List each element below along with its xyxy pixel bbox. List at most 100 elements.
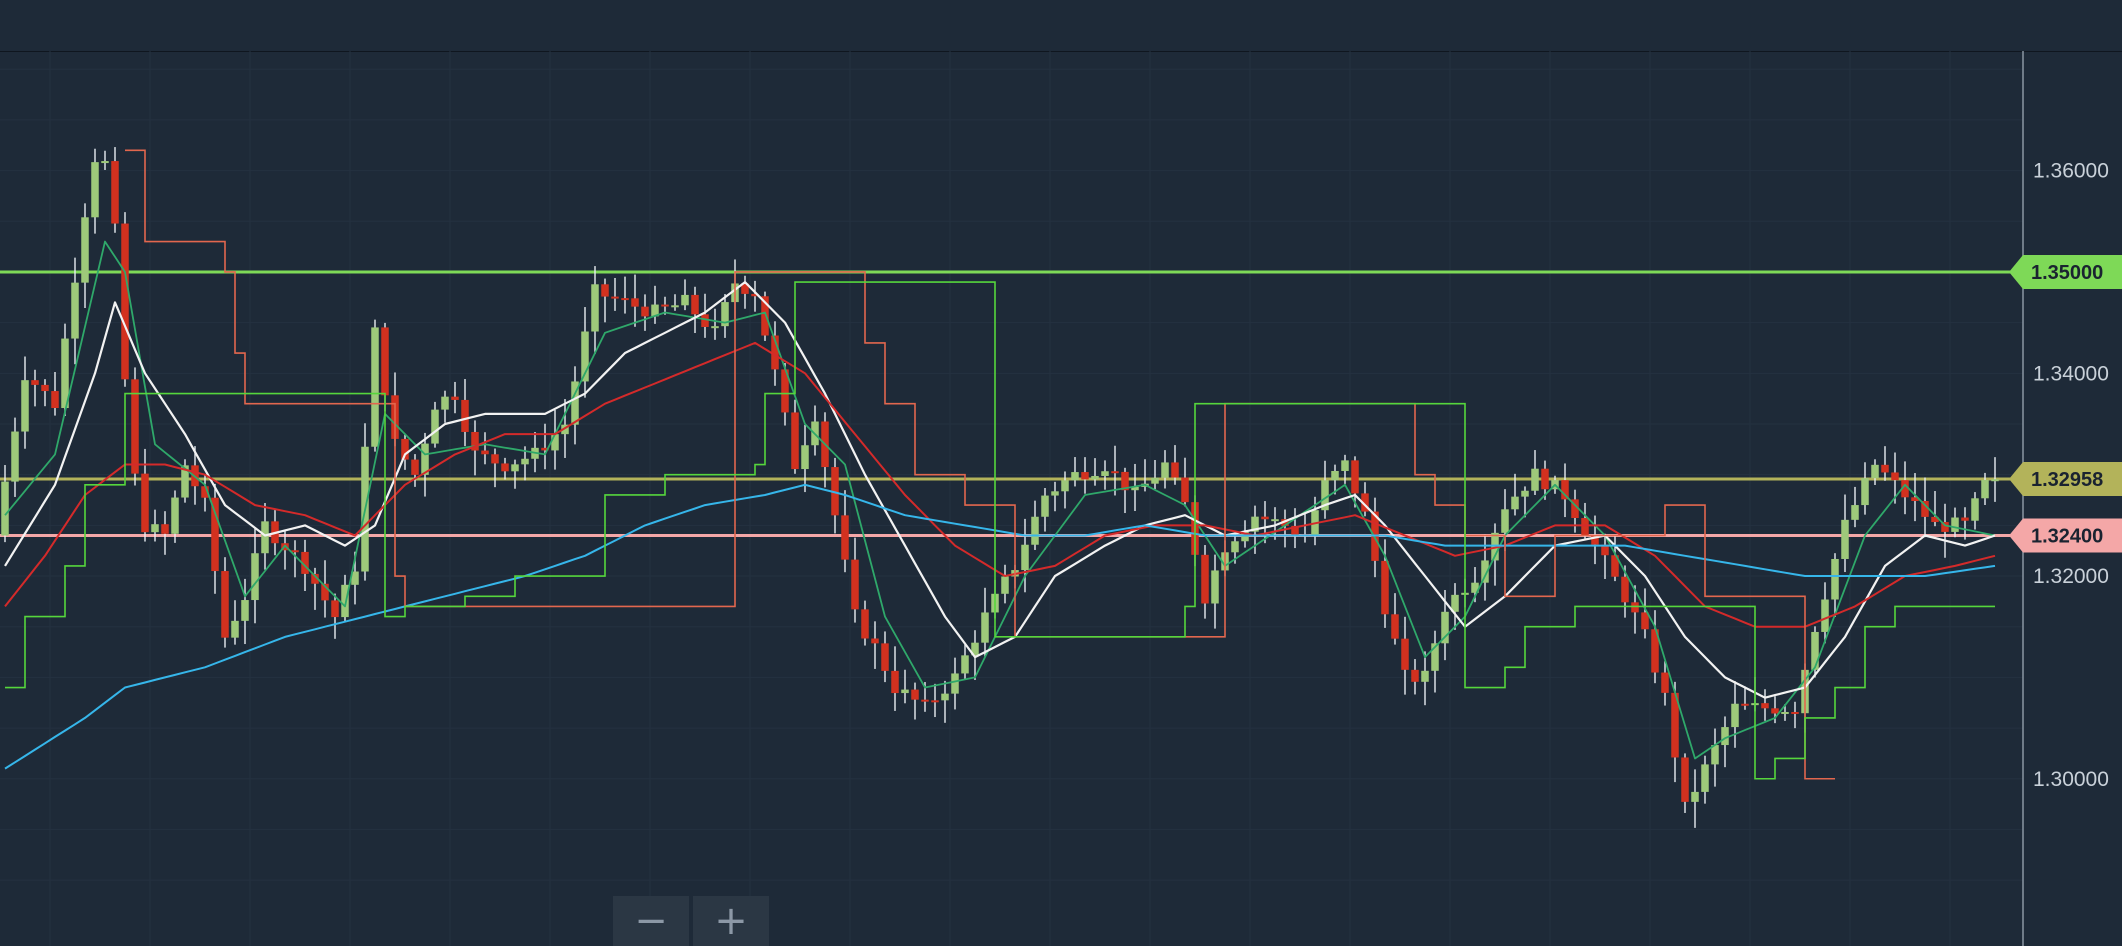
candle-down: [1761, 703, 1769, 709]
price-tick-label: 1.36000: [2033, 160, 2109, 183]
candle-up: [231, 620, 239, 638]
candle-down: [1891, 472, 1899, 481]
candle-up: [1731, 703, 1739, 728]
zoom-in-button[interactable]: +: [693, 896, 769, 946]
candle-down: [1961, 517, 1969, 521]
candle-up: [1041, 495, 1049, 517]
candle-up: [1161, 462, 1169, 478]
candle-up: [671, 305, 679, 308]
candle-up: [511, 464, 519, 472]
candle-up: [1501, 509, 1509, 533]
candle-up: [1151, 477, 1159, 484]
candle-down: [451, 396, 459, 400]
candle-up: [1981, 479, 1989, 499]
candle-up: [1811, 631, 1819, 670]
candle-down: [841, 515, 849, 560]
candle-up: [251, 553, 259, 601]
candle-down: [1411, 669, 1419, 682]
red_ma-line: [4, 341, 1996, 628]
candle-down: [1741, 703, 1749, 706]
candle-up: [961, 655, 969, 674]
candle-up: [1031, 516, 1039, 545]
candle-down: [871, 638, 879, 644]
candle-down: [111, 161, 119, 224]
candle-up: [1971, 498, 1979, 521]
candle-down: [661, 304, 669, 307]
candle-up: [1051, 491, 1059, 496]
candle-up: [1691, 791, 1699, 802]
candle-down: [481, 450, 489, 455]
candle-down: [851, 559, 859, 610]
candle-up: [591, 284, 599, 332]
price-level-tags: 1.35000 1.32958 1.32400: [2009, 254, 2122, 553]
candle-up: [1701, 764, 1709, 792]
candle-up: [1951, 517, 1959, 532]
candle-down: [1791, 711, 1799, 714]
candle-down: [51, 391, 59, 409]
candle-up: [1341, 460, 1349, 471]
zoom-controls: − +: [613, 896, 769, 946]
indicator-lines: [4, 149, 1996, 780]
candle-up: [91, 162, 99, 218]
candle-down: [621, 298, 629, 301]
candle-up: [21, 380, 29, 432]
candle-down: [911, 689, 919, 700]
candle-down: [1351, 460, 1359, 494]
candle-down: [141, 473, 149, 533]
zoom-out-button[interactable]: −: [613, 896, 689, 946]
candle-down: [221, 571, 229, 638]
candle-down: [491, 454, 499, 464]
candle-up: [941, 693, 949, 701]
candle-up: [801, 445, 809, 470]
candle-up: [521, 458, 529, 465]
candle-down: [921, 699, 929, 702]
candle-down: [1081, 472, 1089, 480]
candle-up: [151, 524, 159, 533]
candle-up: [171, 497, 179, 534]
candle-up: [1091, 475, 1099, 480]
candle-up: [1991, 479, 1999, 482]
candle-up: [1721, 727, 1729, 746]
candle-up: [81, 217, 89, 283]
candle-up: [261, 521, 269, 554]
candle-down: [1171, 462, 1179, 478]
candle-up: [981, 612, 989, 643]
candle-down: [861, 609, 869, 639]
candle-down: [1581, 518, 1589, 536]
candle-down: [891, 670, 899, 694]
candle-down: [1381, 560, 1389, 615]
price-tick-label: 1.34000: [2033, 362, 2109, 385]
candle-up: [1831, 558, 1839, 600]
candle-up: [951, 673, 959, 694]
candle-up: [241, 600, 249, 621]
candle-down: [1681, 757, 1689, 802]
price-chart[interactable]: 1.36000 1.34000 1.32000 1.30000 1.35000 1.32…: [0, 0, 2122, 946]
candle-down: [461, 399, 469, 432]
candle-up: [711, 326, 719, 329]
candle-up: [101, 161, 109, 164]
candle-up: [441, 396, 449, 410]
candle-down: [121, 223, 129, 380]
candle-up: [1521, 490, 1529, 497]
candle-up: [1061, 480, 1069, 492]
candle-up: [1871, 464, 1879, 479]
candle-down: [1631, 602, 1639, 613]
candle-down: [791, 412, 799, 470]
candle-up: [1421, 670, 1429, 682]
candle-up: [1861, 478, 1869, 506]
candle-down: [1401, 638, 1409, 670]
candle-up: [431, 409, 439, 444]
candle-up: [681, 294, 689, 306]
candle-up: [1, 481, 9, 536]
candle-up: [1101, 471, 1109, 476]
candle-down: [161, 524, 169, 534]
candle-up: [71, 282, 79, 339]
candle-down: [1661, 672, 1669, 693]
candle-up: [1821, 599, 1829, 632]
level-tag-label: 1.32400: [2031, 525, 2103, 547]
green_ma-line: [4, 240, 1996, 760]
upper_channel-line: [125, 149, 1835, 780]
candle-down: [31, 380, 39, 385]
candle-up: [1851, 505, 1859, 520]
candle-down: [41, 384, 49, 392]
